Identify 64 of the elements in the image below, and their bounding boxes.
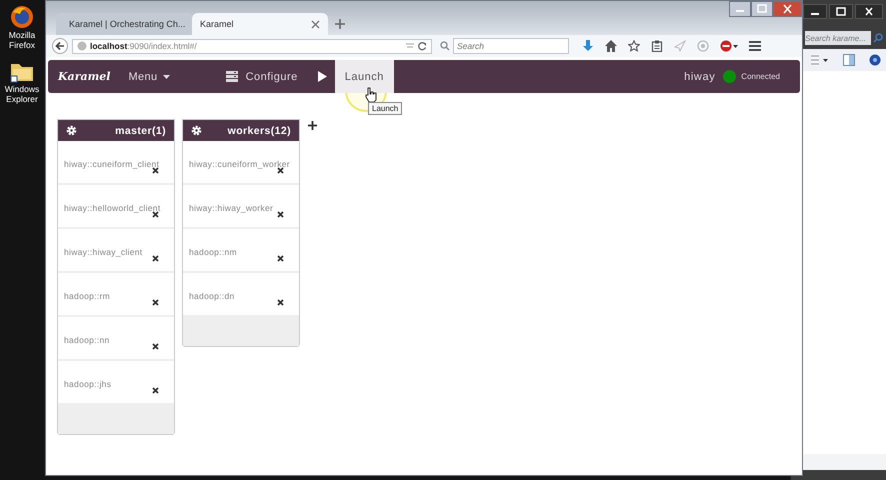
desktop-icon-label[interactable]: Mozilla Firefox: [0, 30, 44, 50]
app-logo[interactable]: Karamel: [58, 70, 110, 83]
reload-icon[interactable]: [417, 41, 427, 51]
nav-tab[interactable]: Launch: [334, 60, 394, 93]
menu-icon[interactable]: [749, 40, 761, 52]
recipe-name: hiway::cuneiform_client: [64, 159, 160, 169]
clipboard-icon[interactable]: [651, 40, 663, 52]
remove-icon[interactable]: [277, 299, 284, 306]
back-button-icon[interactable]: [52, 38, 68, 54]
maximize-icon[interactable]: [829, 4, 853, 19]
firefox-icon: [9, 4, 35, 30]
tooltip: Launch: [368, 102, 402, 115]
status-label: Connected: [741, 72, 780, 81]
nav-tab[interactable]: Configure: [246, 60, 308, 93]
remove-icon[interactable]: [277, 255, 284, 262]
new-tab-icon[interactable]: [334, 18, 346, 30]
hand-cursor-icon: [365, 87, 377, 103]
close-icon[interactable]: [855, 4, 883, 19]
caret-icon: [162, 74, 170, 78]
add-icon[interactable]: [308, 121, 317, 130]
group-name: master(1): [114, 124, 166, 136]
star-icon[interactable]: [628, 40, 640, 52]
group-name: workers(12): [226, 124, 291, 136]
download-icon[interactable]: [582, 40, 594, 52]
menu-button[interactable]: Menu: [128, 70, 170, 82]
preview-pane-icon[interactable]: [843, 54, 855, 66]
search-field[interactable]: Search: [453, 38, 569, 54]
url-text: localhost:9090/index.html#/: [90, 41, 197, 51]
recipe-name: hadoop::nm: [189, 247, 237, 257]
recipe-name: hiway::helloworld_client: [64, 203, 160, 213]
recipe-name: hiway::hiway_worker: [189, 203, 274, 213]
tab-title: Karamel | Orchestrating Ch...: [69, 19, 186, 29]
recipe-name: hiway::cuneiform_worker: [189, 159, 290, 169]
remove-icon[interactable]: [152, 211, 159, 218]
settings-icon[interactable]: [66, 125, 77, 136]
remove-icon[interactable]: [152, 387, 159, 394]
play-icon: [318, 71, 327, 82]
remove-icon[interactable]: [152, 343, 159, 350]
home-icon[interactable]: [605, 40, 617, 52]
recipe-name: hiway::hiway_client: [64, 247, 142, 257]
search-icon: [873, 33, 883, 43]
address-bar[interactable]: localhost:9090/index.html#/: [72, 38, 432, 54]
help-icon[interactable]: [869, 54, 881, 66]
remove-icon[interactable]: [277, 167, 284, 174]
desktop-icon-label[interactable]: Windows Explorer: [0, 84, 44, 104]
browser-tab[interactable]: Karamel: [192, 13, 328, 35]
user-name: hiway: [684, 70, 716, 82]
remove-icon[interactable]: [152, 167, 159, 174]
settings-icon[interactable]: [191, 125, 202, 136]
search-icon: [440, 41, 450, 51]
remove-icon[interactable]: [277, 211, 284, 218]
view-menu-icon[interactable]: [811, 55, 829, 65]
remove-icon[interactable]: [152, 255, 159, 262]
recipe-name: hadoop::nn: [64, 335, 110, 345]
recipe-name: hadoop::jhs: [64, 379, 112, 389]
browser-tab[interactable]: Karamel | Orchestrating Ch...: [56, 13, 192, 35]
stop-sign-icon[interactable]: [720, 40, 738, 52]
search-field[interactable]: Search karame...: [805, 31, 871, 45]
tab-title: Karamel: [200, 19, 235, 29]
remove-icon[interactable]: [152, 299, 159, 306]
minimize-icon[interactable]: [803, 4, 827, 19]
recipe-name: hadoop::rm: [64, 291, 110, 301]
server-icon: [226, 71, 238, 82]
recipe-name: hadoop::dn: [189, 291, 235, 301]
